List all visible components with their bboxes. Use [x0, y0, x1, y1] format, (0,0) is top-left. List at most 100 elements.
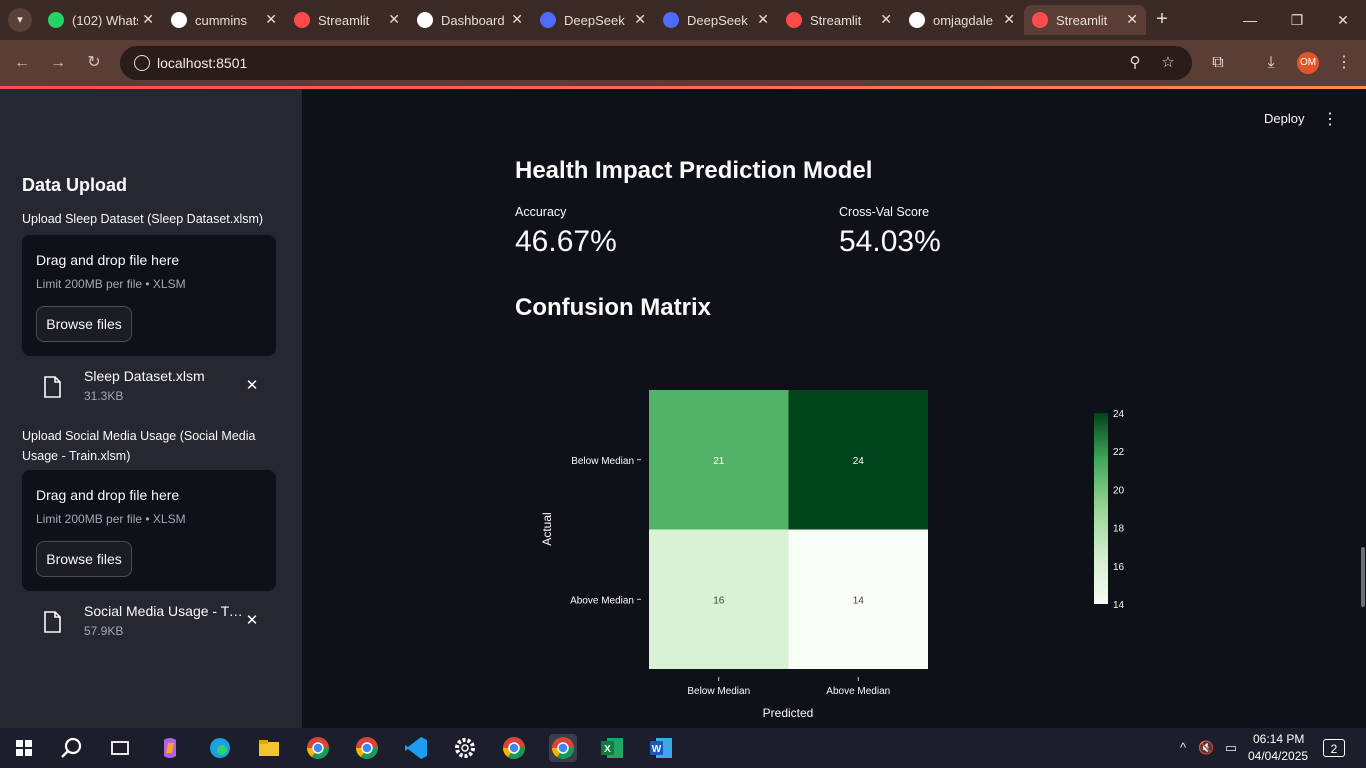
browser-tab[interactable]: (102) WhatsApp ✕: [40, 5, 162, 35]
browser-tab[interactable]: Streamlit ✕: [778, 5, 900, 35]
colorbar-tick-label: 22: [1113, 447, 1125, 458]
copilot-icon[interactable]: [156, 734, 184, 762]
back-icon[interactable]: ←: [10, 51, 34, 75]
close-tab-icon[interactable]: ✕: [1126, 11, 1138, 28]
clock-time[interactable]: 06:14 PM: [1253, 732, 1304, 746]
extensions-icon[interactable]: ⧉: [1206, 51, 1230, 75]
browser-tab-strip: ▾ (102) WhatsApp✕cummins✕Streamlit✕Dashb…: [0, 0, 1366, 40]
close-tab-icon[interactable]: ✕: [1003, 11, 1015, 28]
forward-icon[interactable]: →: [46, 51, 70, 75]
colorbar-tick-label: 20: [1113, 485, 1125, 496]
tab-search-icon[interactable]: ▾: [8, 8, 32, 32]
sleep-dropzone[interactable]: Drag and drop file here Limit 200MB per …: [22, 235, 276, 356]
close-tab-icon[interactable]: ✕: [880, 11, 892, 28]
file-icon: [44, 376, 61, 398]
zoom-icon[interactable]: ⚲: [1123, 51, 1147, 75]
reload-icon[interactable]: ↻: [82, 51, 106, 75]
browser-tab-label: Streamlit: [318, 13, 370, 28]
social-dropzone[interactable]: Drag and drop file here Limit 200MB per …: [22, 470, 276, 591]
svg-text:X: X: [604, 744, 611, 755]
browser-tab-label: DeepSeek: [564, 13, 625, 28]
edge-icon[interactable]: [206, 734, 234, 762]
profile-avatar[interactable]: OM: [1297, 52, 1319, 74]
browse-files-button[interactable]: Browse files: [36, 306, 132, 342]
file-explorer-icon[interactable]: [255, 734, 283, 762]
cell-value-label: 24: [853, 456, 865, 467]
dropzone-title: Drag and drop file here: [36, 487, 180, 503]
sidebar: Data Upload Upload Sleep Dataset (Sleep …: [0, 89, 302, 728]
restore-icon[interactable]: ❐: [1285, 8, 1309, 32]
streamlit-icon: [1032, 12, 1048, 28]
scrollbar-thumb[interactable]: [1361, 547, 1365, 607]
confusion-matrix-chart: 21 24 16 14 Below Median Above Median Below …: [540, 390, 1125, 720]
task-view-icon[interactable]: [106, 734, 134, 762]
browser-tab[interactable]: Dashboard ✕: [409, 5, 531, 35]
cell-value-label: 16: [713, 595, 725, 606]
deepseek-icon: [663, 12, 679, 28]
browser-tab[interactable]: cummins ✕: [163, 5, 285, 35]
notification-center-icon[interactable]: 2: [1323, 739, 1345, 757]
file-icon: [44, 611, 61, 633]
close-tab-icon[interactable]: ✕: [511, 11, 523, 28]
close-window-icon[interactable]: ✕: [1331, 8, 1355, 32]
x-tick-label: Below Median: [687, 686, 750, 697]
chrome-active-icon[interactable]: [549, 734, 577, 762]
x-tick-label: Above Median: [826, 686, 890, 697]
bookmark-star-icon[interactable]: ☆: [1156, 51, 1180, 75]
new-tab-icon[interactable]: +: [1150, 8, 1174, 32]
streamlit-icon: [786, 12, 802, 28]
dropzone-limit: Limit 200MB per file • XLSM: [36, 512, 186, 526]
colorbar: [1094, 413, 1108, 604]
volume-muted-icon[interactable]: 🔇: [1198, 740, 1214, 756]
tray-chevron-icon[interactable]: ^: [1175, 740, 1191, 756]
browser-menu-icon[interactable]: ⋮: [1332, 51, 1356, 75]
chrome-icon[interactable]: [353, 734, 381, 762]
chrome-icon[interactable]: [304, 734, 332, 762]
browser-tab-label: (102) WhatsApp: [72, 13, 138, 28]
cell-value-label: 21: [713, 456, 725, 467]
close-tab-icon[interactable]: ✕: [634, 11, 646, 28]
search-icon[interactable]: [58, 734, 86, 762]
y-tick-label: Below Median: [571, 456, 634, 467]
uploaded-file-sleep: Sleep Dataset.xlsm 31.3KB ✕: [22, 368, 278, 414]
colorbar-tick-label: 24: [1113, 409, 1125, 420]
main-content: Deploy ⋮ Health Impact Prediction Model …: [302, 89, 1366, 728]
streamlit-icon: [294, 12, 310, 28]
close-tab-icon[interactable]: ✕: [757, 11, 769, 28]
word-icon[interactable]: W: [647, 734, 675, 762]
y-tick-label: Above Median: [570, 595, 634, 606]
address-url[interactable]: localhost:8501: [157, 55, 247, 71]
browser-tab-label: DeepSeek: [687, 13, 748, 28]
clock-date[interactable]: 04/04/2025: [1248, 749, 1308, 763]
dropzone-limit: Limit 200MB per file • XLSM: [36, 277, 186, 291]
github-icon: [171, 12, 187, 28]
remove-file-icon[interactable]: ✕: [244, 378, 260, 394]
remove-file-icon[interactable]: ✕: [244, 613, 260, 629]
close-tab-icon[interactable]: ✕: [142, 11, 154, 28]
browser-tab[interactable]: omjagdale ✕: [901, 5, 1023, 35]
settings-gear-icon[interactable]: [451, 734, 479, 762]
svg-text:W: W: [652, 744, 662, 755]
browser-tab[interactable]: Streamlit ✕: [1024, 5, 1146, 35]
uploaded-file-social: Social Media Usage - Tra... 57.9KB ✕: [22, 603, 278, 649]
vscode-icon[interactable]: [402, 734, 430, 762]
browse-files-button[interactable]: Browse files: [36, 541, 132, 577]
close-tab-icon[interactable]: ✕: [265, 11, 277, 28]
close-tab-icon[interactable]: ✕: [388, 11, 400, 28]
browser-tab[interactable]: Streamlit ✕: [286, 5, 408, 35]
windows-start-icon[interactable]: [10, 734, 38, 762]
chrome-profile-icon[interactable]: [500, 734, 528, 762]
excel-icon[interactable]: X: [598, 734, 626, 762]
colorbar-tick-label: 16: [1113, 562, 1125, 573]
browser-tab[interactable]: DeepSeek ✕: [655, 5, 777, 35]
colorbar-tick-label: 18: [1113, 524, 1125, 535]
browser-tab[interactable]: DeepSeek ✕: [532, 5, 654, 35]
network-icon[interactable]: ▭: [1223, 740, 1239, 756]
address-bar[interactable]: localhost:8501 ⚲ ☆: [120, 46, 1192, 80]
deepseek-icon: [540, 12, 556, 28]
whatsapp-icon: [48, 12, 64, 28]
x-axis-title: Predicted: [763, 706, 814, 720]
minimize-icon[interactable]: —: [1238, 8, 1262, 32]
site-info-icon[interactable]: [134, 55, 150, 71]
downloads-icon[interactable]: ⤓: [1259, 51, 1283, 75]
